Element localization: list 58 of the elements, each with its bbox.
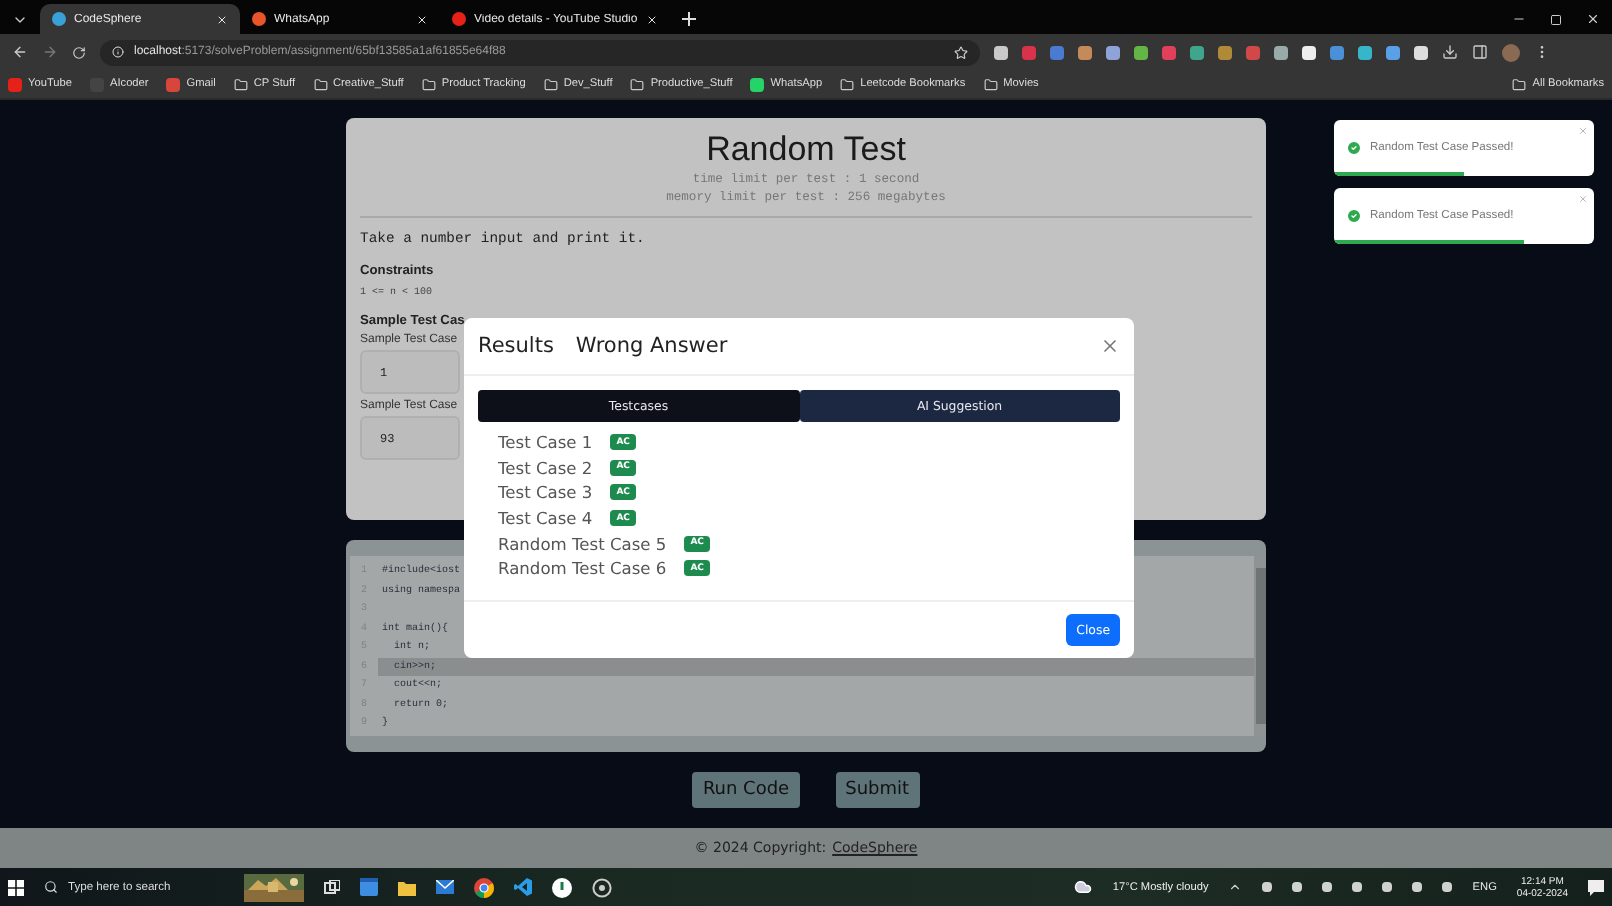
action-button[interactable]: Run Code [692, 772, 800, 808]
task-view-icon[interactable] [324, 879, 340, 895]
back-icon[interactable] [12, 44, 28, 60]
search-icon [44, 880, 58, 894]
forward-icon[interactable] [42, 44, 58, 60]
folder-icon [313, 77, 328, 91]
test-case-name: Random Test Case 6 [498, 558, 667, 579]
folder-icon [543, 77, 558, 91]
weather-icon [1074, 878, 1093, 896]
tab-favicon-icon [52, 12, 66, 26]
folder-icon [840, 77, 855, 91]
reload-icon[interactable] [72, 45, 86, 59]
test-case-name: Test Case 2 [498, 457, 593, 478]
folder-icon [421, 77, 436, 91]
tray-icon[interactable] [1382, 882, 1393, 892]
check-icon [1346, 208, 1362, 224]
app-icon[interactable] [552, 877, 572, 897]
dialog-title: Results [478, 334, 554, 358]
check-icon [1346, 140, 1362, 156]
tab-close-icon[interactable] [645, 13, 658, 25]
verdict-text: Wrong Answer [575, 334, 728, 358]
app-icon[interactable] [592, 877, 612, 897]
tab-close-icon[interactable] [216, 13, 228, 25]
site-icon [750, 77, 765, 91]
tab-close-icon[interactable] [416, 13, 428, 25]
test-case-name: Random Test Case 5 [498, 533, 667, 554]
folder-icon [983, 77, 998, 91]
folder-icon [233, 77, 248, 91]
tray-icon[interactable] [1228, 880, 1243, 894]
test-case-name: Test Case 4 [498, 508, 593, 529]
folder-icon[interactable] [398, 879, 416, 895]
folder-icon [1512, 77, 1527, 91]
tray-icon[interactable] [1292, 882, 1303, 892]
side-panel-icon[interactable] [1472, 44, 1488, 60]
site-icon [166, 77, 181, 91]
tab-favicon-icon [252, 12, 266, 26]
action-button[interactable]: Submit [835, 772, 920, 808]
folder-icon [630, 77, 645, 91]
download-icon[interactable] [1442, 44, 1458, 60]
tray-icon[interactable] [1262, 882, 1273, 892]
code-editor-icon[interactable] [514, 878, 532, 896]
problem-title: Random Test [704, 130, 908, 170]
tray-icon[interactable] [1322, 882, 1333, 892]
test-case-name: Test Case 1 [498, 432, 593, 453]
chrome-icon[interactable] [474, 877, 494, 897]
tray-icon[interactable] [1352, 882, 1363, 892]
tab-favicon-icon [452, 12, 466, 26]
star-icon[interactable] [954, 45, 968, 59]
avatar-icon[interactable] [1502, 43, 1520, 61]
tray-icon[interactable] [1412, 882, 1423, 892]
mail-icon[interactable] [436, 879, 454, 895]
close-icon[interactable] [1100, 336, 1120, 356]
notification-icon[interactable] [1588, 879, 1604, 895]
tray-icon[interactable] [1442, 882, 1453, 892]
site-icon [8, 77, 22, 91]
info-icon[interactable] [112, 46, 124, 58]
windows-start-icon[interactable] [8, 879, 24, 895]
test-case-name: Test Case 3 [498, 482, 593, 503]
